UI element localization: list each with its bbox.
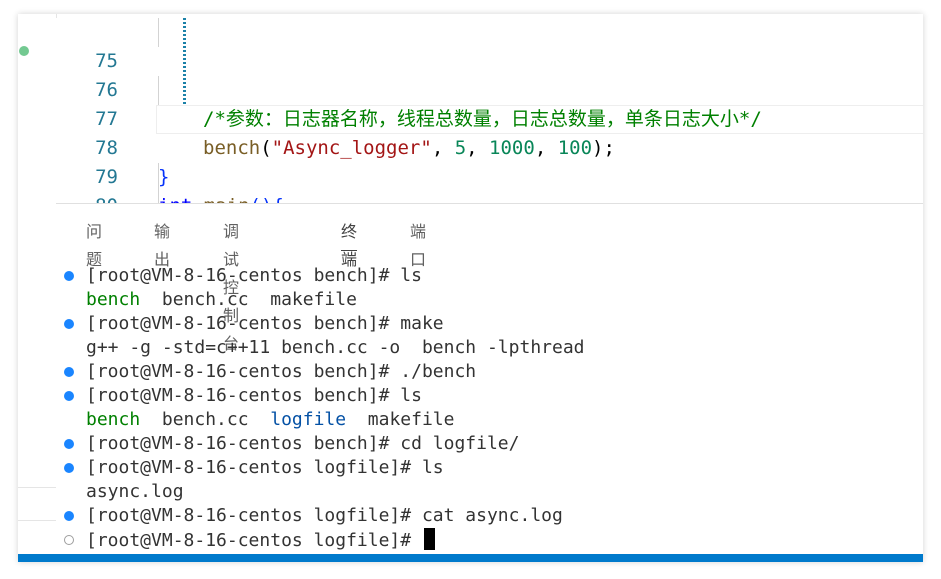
- command-status-dot-icon[interactable]: [64, 367, 74, 377]
- terminal-line: [root@VM-8-16-centos bench]# cd logfile/: [64, 432, 519, 456]
- command-status-dot-icon[interactable]: [64, 511, 74, 521]
- directory-entry: bench: [86, 409, 141, 430]
- code-line: 79 int main(){: [56, 134, 923, 203]
- command-status-dot-icon[interactable]: [64, 391, 74, 401]
- terminal-line: [root@VM-8-16-centos logfile]# cat async…: [64, 504, 563, 528]
- code-editor[interactable]: 75 76 /*参数：日志器名称，线程总数量，日志总数量，单条日志大小*/ 77…: [56, 18, 923, 203]
- command-status-dot-icon[interactable]: [64, 271, 74, 281]
- terminal-line: [root@VM-8-16-centos bench]# ./bench: [64, 360, 476, 384]
- terminal-line: [root@VM-8-16-centos bench]# ls: [64, 264, 422, 288]
- terminal-line: [root@VM-8-16-centos bench]# make: [64, 312, 444, 336]
- terminal-line: bench bench.cc makefile: [86, 289, 357, 310]
- code-line: 80 async_bench();: [56, 163, 923, 203]
- terminal-line: bench bench.cc logfile makefile: [86, 409, 455, 430]
- code-line: 75: [56, 18, 923, 72]
- tab-ports[interactable]: 端口: [410, 218, 426, 269]
- code-line: 81 return 0;: [56, 192, 923, 203]
- gutter-rail: [18, 14, 57, 562]
- rail-divider: [18, 487, 56, 488]
- code-line: 77 bench("Async_logger", 5, 1000, 100);: [56, 76, 923, 159]
- directory-entry: bench: [86, 289, 141, 310]
- tab-terminal[interactable]: 终端: [341, 218, 358, 269]
- tab-problems[interactable]: 问题: [86, 218, 102, 269]
- directory-entry: logfile: [270, 409, 347, 430]
- command-status-dot-icon[interactable]: [64, 535, 74, 545]
- rail-divider: [18, 520, 56, 521]
- breakpoint-indicator-icon[interactable]: [19, 46, 29, 56]
- tab-output[interactable]: 输出: [154, 218, 170, 269]
- tab-debug-console[interactable]: 调试控制台: [223, 218, 239, 353]
- terminal-line: [root@VM-8-16-centos bench]# ls: [64, 384, 422, 408]
- terminal-line: g++ -g -std=c++11 bench.cc -o bench -lpt…: [86, 337, 585, 358]
- terminal-line: [root@VM-8-16-centos logfile]# ls: [64, 456, 444, 480]
- command-status-dot-icon[interactable]: [64, 319, 74, 329]
- command-status-dot-icon[interactable]: [64, 439, 74, 449]
- terminal-line: async.log: [86, 481, 184, 502]
- terminal-cursor: [423, 528, 435, 550]
- code-line: 78 }: [56, 105, 923, 188]
- terminal-prompt-line[interactable]: [root@VM-8-16-centos logfile]#: [64, 528, 435, 552]
- code-line: 76 /*参数：日志器名称，线程总数量，日志总数量，单条日志大小*/: [56, 47, 923, 130]
- status-bar: [18, 554, 923, 562]
- command-status-dot-icon[interactable]: [64, 463, 74, 473]
- bottom-panel: 问题 输出 调试控制台 终端 端口 [root@VM-8-16-centos b…: [56, 203, 923, 555]
